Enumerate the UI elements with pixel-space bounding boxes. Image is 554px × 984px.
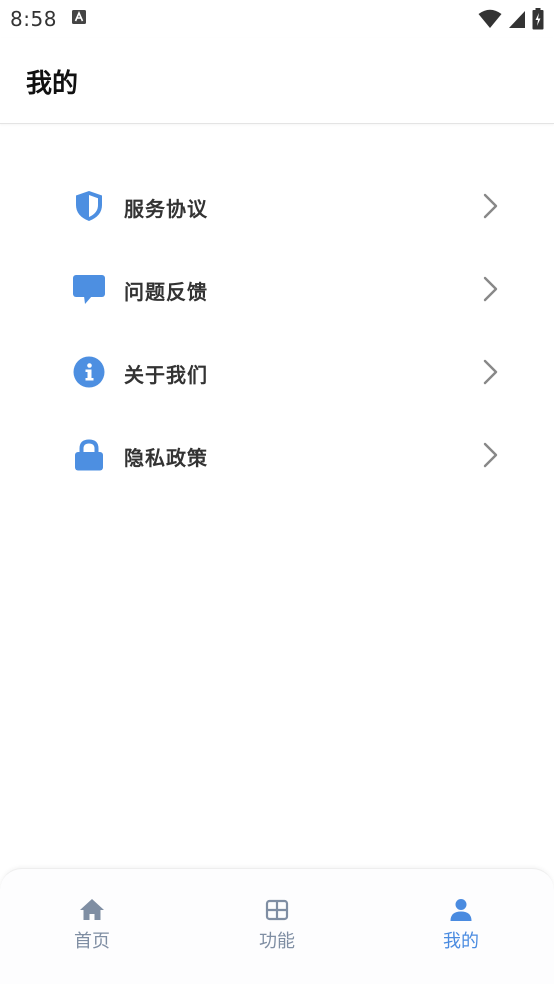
bottom-tab-bar: 首页 功能 我的 xyxy=(0,868,554,984)
menu-item-feedback[interactable]: 问题反馈 xyxy=(0,248,554,331)
tab-label: 功能 xyxy=(259,931,295,952)
tab-label: 我的 xyxy=(443,931,479,952)
menu-item-service-agreement[interactable]: 服务协议 xyxy=(0,165,554,248)
status-time: 8:58 xyxy=(10,7,57,31)
status-bar: 8:58 xyxy=(0,0,554,38)
menu-item-label: 关于我们 xyxy=(124,363,208,387)
app-header: 我的 xyxy=(0,38,554,124)
tab-functions[interactable]: 功能 xyxy=(222,897,332,957)
screen: 8:58 我的 服务协议 问题反馈 关于我们 隐私政策 首页 功能 我的 xyxy=(0,0,554,984)
tab-mine[interactable]: 我的 xyxy=(406,897,516,957)
battery-charging-icon xyxy=(532,8,544,30)
menu-list: 服务协议 问题反馈 关于我们 隐私政策 xyxy=(0,165,554,497)
cellular-signal-icon xyxy=(509,11,525,28)
lock-icon xyxy=(73,438,105,472)
info-icon xyxy=(73,355,105,389)
wifi-icon xyxy=(478,9,502,28)
shield-icon xyxy=(73,189,105,223)
menu-item-label: 问题反馈 xyxy=(124,280,208,304)
chevron-right-icon xyxy=(483,276,498,302)
menu-item-label: 服务协议 xyxy=(124,197,208,221)
menu-item-about-us[interactable]: 关于我们 xyxy=(0,331,554,414)
tab-label: 首页 xyxy=(74,931,110,952)
a-letter-icon xyxy=(72,10,86,24)
chat-bubble-icon xyxy=(73,272,105,306)
menu-item-privacy-policy[interactable]: 隐私政策 xyxy=(0,414,554,497)
status-icons xyxy=(478,8,544,30)
page-title: 我的 xyxy=(26,69,79,99)
menu-item-label: 隐私政策 xyxy=(124,446,208,470)
person-icon xyxy=(450,899,472,921)
home-icon xyxy=(80,899,104,920)
chevron-right-icon xyxy=(483,359,498,385)
chevron-right-icon xyxy=(483,193,498,219)
grid-icon xyxy=(265,899,289,921)
tab-home[interactable]: 首页 xyxy=(37,897,147,957)
chevron-right-icon xyxy=(483,442,498,468)
